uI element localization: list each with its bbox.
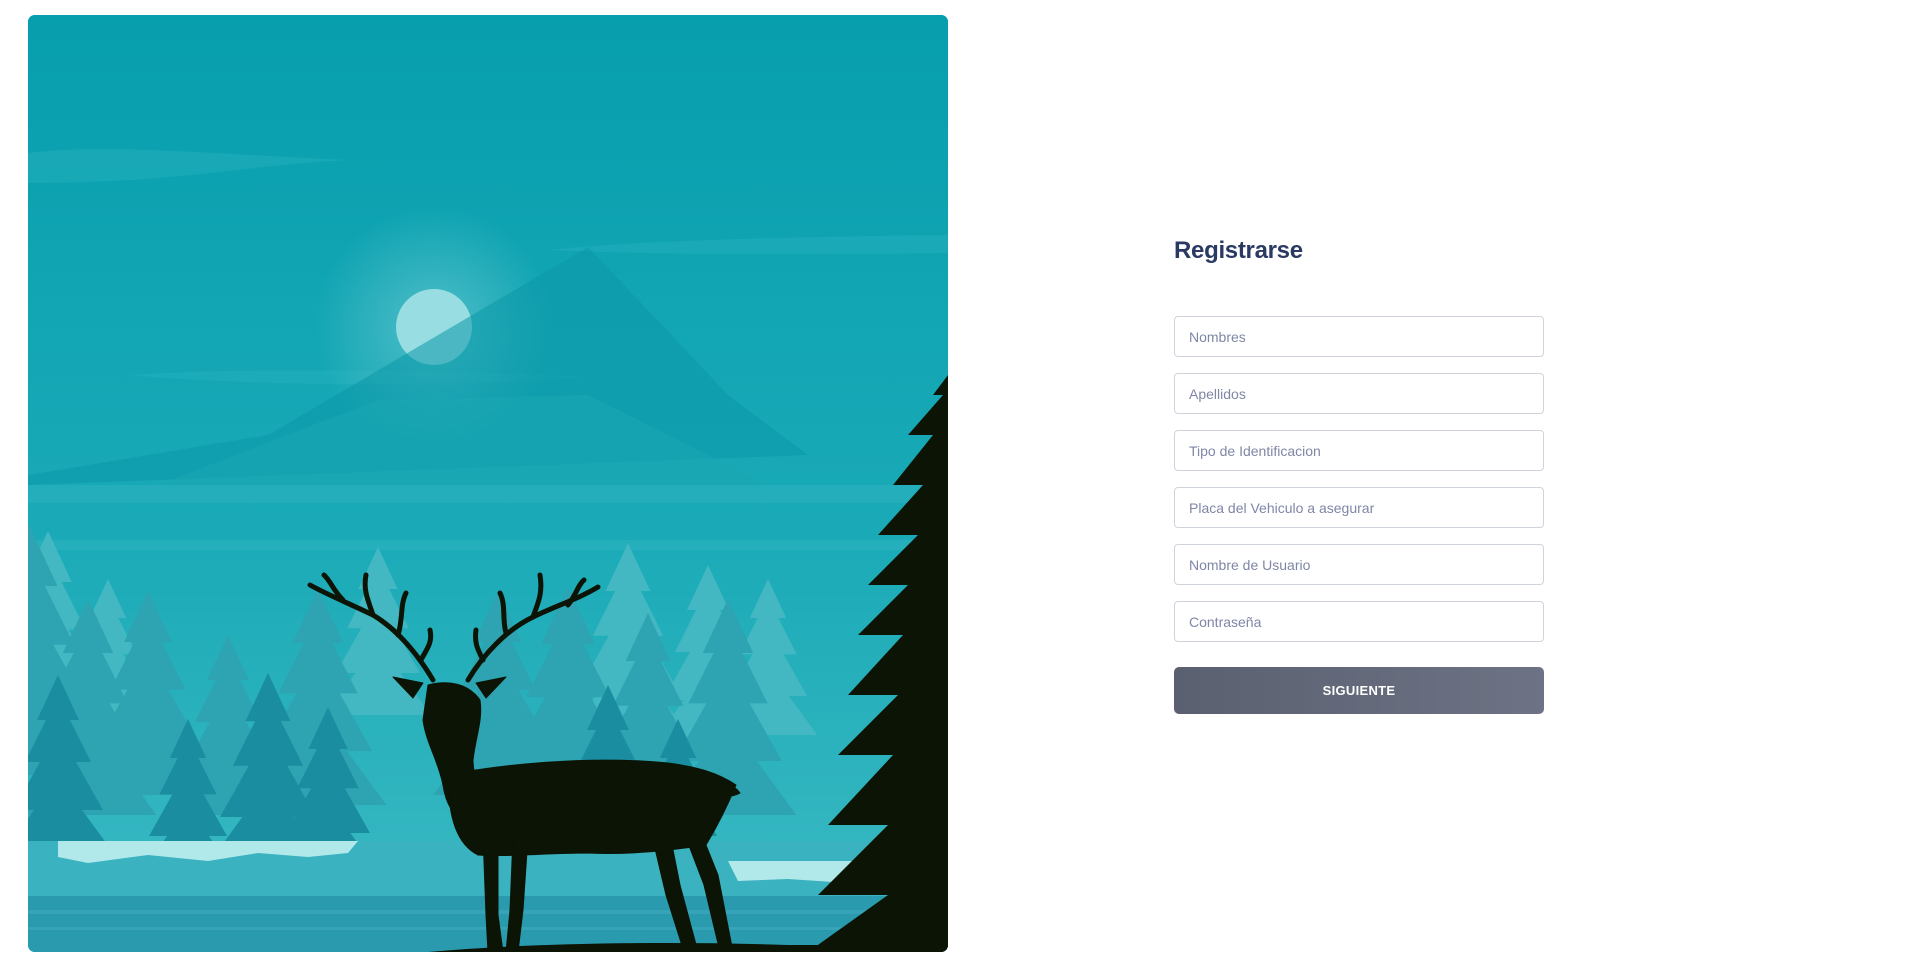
nombres-input[interactable]	[1174, 316, 1544, 357]
tipo-identificacion-input[interactable]	[1174, 430, 1544, 471]
hero-illustration	[28, 15, 948, 952]
apellidos-input[interactable]	[1174, 373, 1544, 414]
siguiente-button[interactable]: SIGUIENTE	[1174, 667, 1544, 714]
forest-deer-illustration	[28, 15, 948, 952]
placa-vehiculo-input[interactable]	[1174, 487, 1544, 528]
register-form: Registrarse SIGUIENTE	[1174, 228, 1544, 714]
form-fields	[1174, 316, 1544, 642]
form-title: Registrarse	[1174, 237, 1303, 264]
contrasena-input[interactable]	[1174, 601, 1544, 642]
nombre-usuario-input[interactable]	[1174, 544, 1544, 585]
register-page: Registrarse SIGUIENTE	[0, 0, 1920, 964]
